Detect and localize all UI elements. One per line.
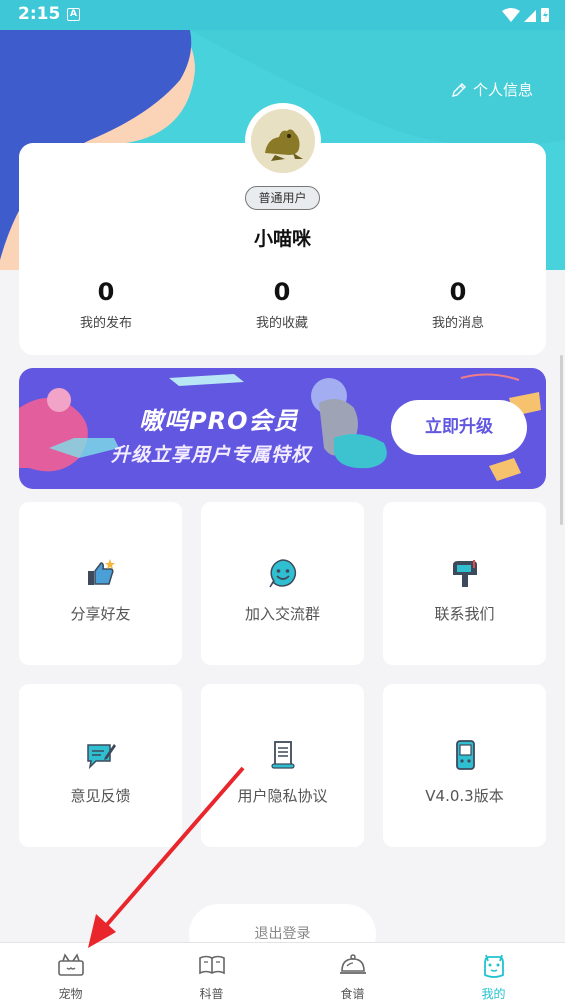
banner-subtitle: 升级立享用户专属特权 [111, 444, 312, 466]
stat-favorites[interactable]: 0 我的收藏 [222, 278, 342, 331]
cloche-icon [340, 954, 366, 974]
smiley-chat-icon [269, 559, 297, 588]
stat-messages-label: 我的消息 [431, 316, 484, 331]
menu-app-version-label: V4.0.3版本 [425, 787, 504, 805]
stat-posts[interactable]: 0 我的发布 [46, 278, 166, 331]
status-time: 2:15 [18, 4, 61, 24]
username: 小喵咪 [253, 228, 311, 250]
bottom-navigation: 宠物 科普 食谱 我的 [0, 942, 565, 1004]
status-bar: 2:15 A [0, 0, 565, 30]
stat-favorites-count: 0 [273, 278, 291, 306]
menu-contact-us[interactable]: 联系我们 [383, 502, 546, 665]
menu-feedback-label: 意见反馈 [70, 787, 131, 805]
menu-share-friends[interactable]: 分享好友 [19, 502, 182, 665]
menu-share-friends-label: 分享好友 [70, 605, 131, 623]
pro-membership-banner[interactable]: 嗷呜PRO会员 升级立享用户专属特权 立即升级 [19, 368, 546, 489]
menu-privacy-policy-label: 用户隐私协议 [237, 787, 328, 805]
menu-app-version[interactable]: V4.0.3版本 [383, 684, 546, 847]
pet-icon [58, 953, 84, 976]
user-level-badge: 普通用户 [245, 186, 320, 210]
thumbs-up-icon [88, 559, 115, 585]
menu-contact-us-label: 联系我们 [434, 605, 495, 623]
nav-tab-recipes[interactable]: 食谱 [282, 943, 423, 1004]
nav-tab-science[interactable]: 科普 [141, 943, 282, 1004]
profile-icon [484, 954, 504, 978]
nav-tab-mine[interactable]: 我的 [423, 943, 564, 1004]
avatar[interactable] [245, 103, 321, 179]
notification-a-icon: A [67, 8, 80, 21]
menu-join-group[interactable]: 加入交流群 [201, 502, 364, 665]
signal-icon [524, 10, 536, 22]
menu-join-group-label: 加入交流群 [244, 605, 320, 623]
nav-tab-mine-label: 我的 [481, 987, 506, 1001]
book-icon [199, 955, 225, 975]
mailbox-icon [453, 560, 477, 587]
avatar-image [251, 109, 315, 173]
scroll-icon [271, 741, 295, 769]
nav-tab-recipes-label: 食谱 [340, 987, 365, 1001]
nav-tab-pets-label: 宠物 [58, 987, 83, 1001]
nav-tab-pets[interactable]: 宠物 [0, 943, 141, 1004]
menu-privacy-policy[interactable]: 用户隐私协议 [201, 684, 364, 847]
stat-favorites-label: 我的收藏 [255, 316, 308, 331]
edit-profile-label: 个人信息 [472, 81, 533, 99]
menu-feedback[interactable]: 意见反馈 [19, 684, 182, 847]
upgrade-now-button[interactable]: 立即升级 [391, 400, 527, 455]
device-icon [456, 740, 475, 770]
stat-posts-label: 我的发布 [79, 316, 132, 331]
nav-tab-science-label: 科普 [199, 987, 224, 1001]
banner-title: 嗷呜PRO会员 [139, 407, 299, 435]
scrollbar[interactable] [560, 355, 563, 525]
wifi-icon [502, 8, 520, 22]
feedback-icon [87, 744, 116, 770]
stat-messages-count: 0 [449, 278, 467, 306]
system-status-icons [502, 8, 549, 22]
edit-profile-button[interactable]: 个人信息 [451, 79, 533, 100]
frog-avatar-icon [251, 109, 315, 173]
stat-messages[interactable]: 0 我的消息 [398, 278, 518, 331]
pencil-icon [452, 82, 466, 97]
stat-posts-count: 0 [97, 278, 115, 306]
